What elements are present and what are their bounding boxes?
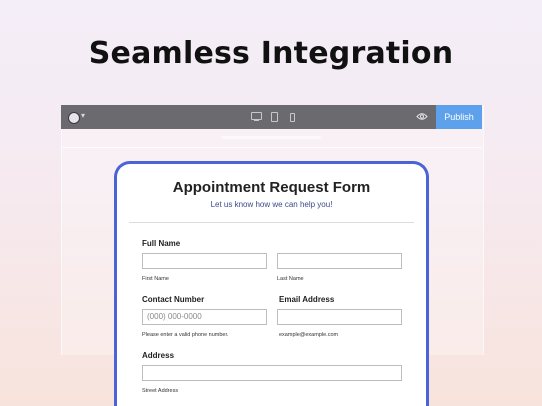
form-divider — [129, 222, 414, 223]
contact-number-input[interactable]: (000) 000-0000 — [142, 309, 267, 325]
full-name-label: Full Name — [142, 239, 181, 248]
logo-icon[interactable] — [68, 112, 80, 124]
street-address-input[interactable] — [142, 365, 402, 381]
eye-icon[interactable] — [416, 112, 428, 121]
last-name-input[interactable] — [277, 253, 402, 269]
email-hint: example@example.com — [279, 332, 339, 338]
appointment-form: Appointment Request Form Let us know how… — [114, 161, 429, 406]
email-label: Email Address — [279, 295, 335, 304]
page-headline: Seamless Integration — [88, 36, 454, 71]
form-subtitle: Let us know how we can help you! — [210, 200, 333, 209]
email-input[interactable] — [277, 309, 402, 325]
first-name-hint: First Name — [142, 276, 169, 282]
url-bar — [221, 136, 321, 139]
street-address-hint: Street Address — [142, 388, 179, 394]
first-name-input[interactable] — [142, 253, 267, 269]
editor-substrip — [61, 130, 482, 148]
chevron-down-icon[interactable]: ▾ — [81, 111, 85, 120]
editor-toolbar: ▾ Publish — [61, 105, 482, 129]
mobile-icon[interactable] — [290, 113, 295, 122]
contact-number-hint: Please enter a valid phone number. — [142, 332, 229, 338]
last-name-hint: Last Name — [277, 276, 304, 282]
form-title: Appointment Request Form — [172, 179, 371, 196]
publish-button[interactable]: Publish — [436, 105, 482, 129]
desktop-icon[interactable] — [251, 112, 262, 121]
address-label: Address — [142, 351, 175, 360]
tablet-icon[interactable] — [271, 112, 278, 122]
contact-number-label: Contact Number — [142, 295, 205, 304]
